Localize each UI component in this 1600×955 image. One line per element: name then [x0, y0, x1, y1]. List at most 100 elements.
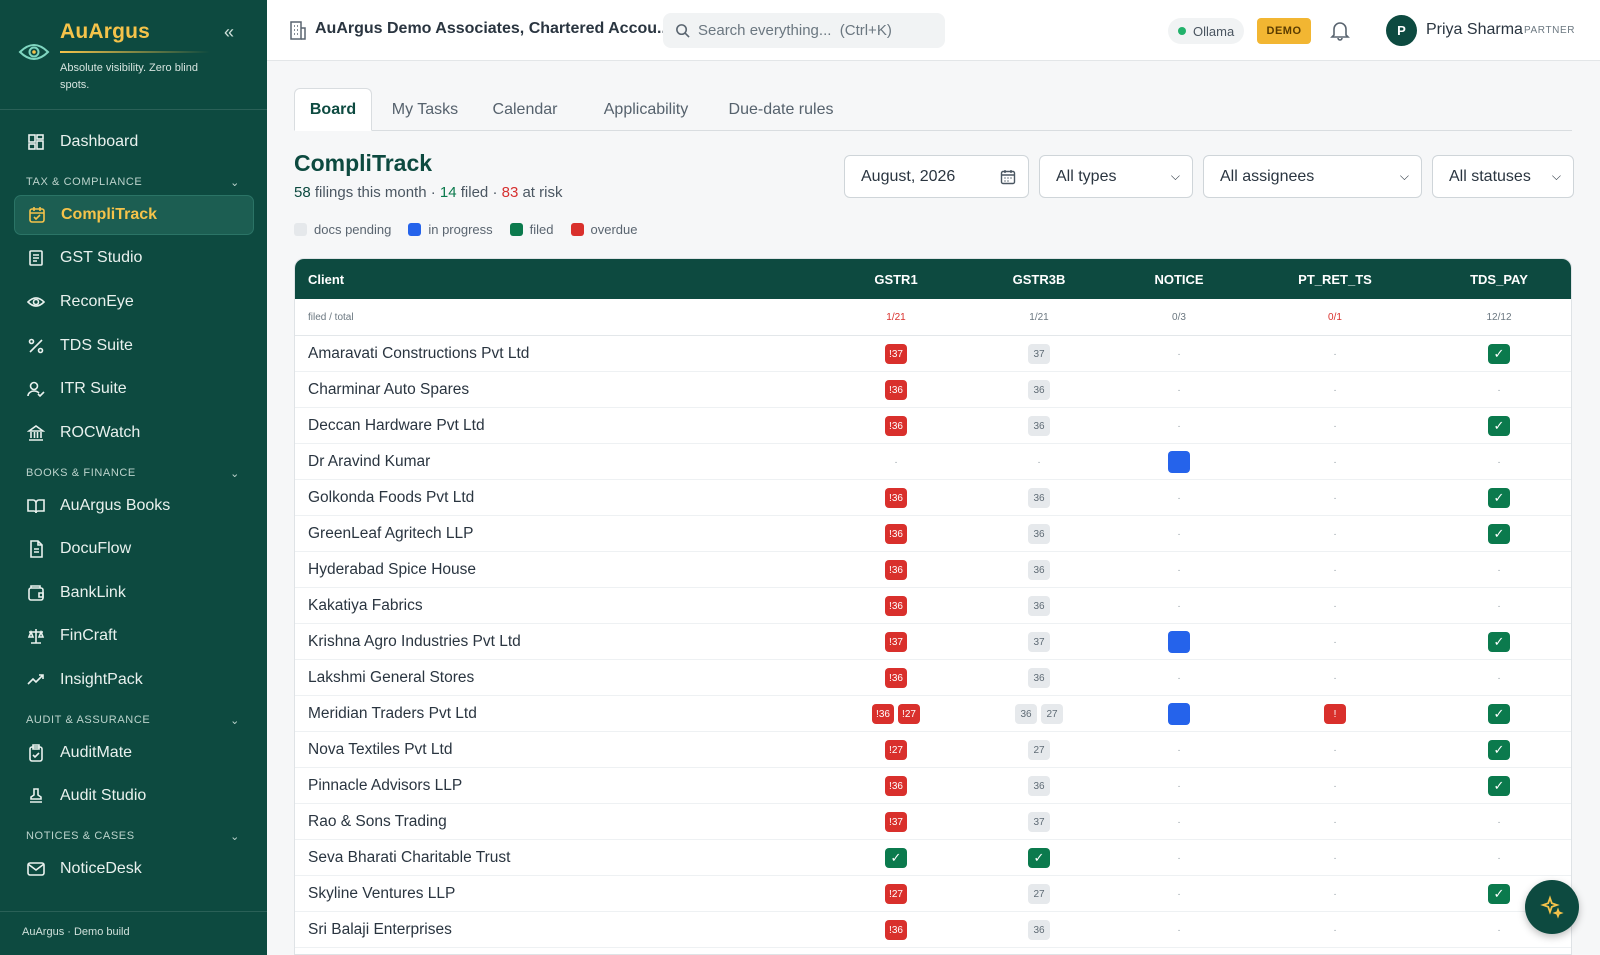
user-name[interactable]: Priya Sharma [1426, 21, 1523, 39]
table-row[interactable]: Amaravati Constructions Pvt Ltd !37 37 · · ✓ [295, 336, 1571, 372]
sidebar-item-rocwatch[interactable]: ROCWatch [14, 413, 254, 453]
table-row[interactable]: Seva Bharati Charitable Trust ✓ ✓ · · · [295, 840, 1571, 876]
table-row[interactable]: Deccan Hardware Pvt Ltd !36 36 · · ✓ [295, 408, 1571, 444]
pending-chip[interactable]: 36 [1028, 524, 1050, 544]
client-name[interactable]: Pinnacle Advisors LLP [308, 777, 462, 795]
table-row[interactable]: GreenLeaf Agritech LLP !36 36 · · ✓ [295, 516, 1571, 552]
pending-chip[interactable]: 37 [1028, 812, 1050, 832]
client-name[interactable]: Sri Balaji Enterprises [308, 921, 452, 939]
overdue-chip[interactable]: !36 [885, 380, 907, 400]
filed-check-chip[interactable]: ✓ [885, 848, 907, 868]
sidebar-item-reconeye[interactable]: ReconEye [14, 282, 254, 322]
pending-chip[interactable]: 36 [1028, 416, 1050, 436]
pending-chip[interactable]: 27 [1041, 704, 1063, 724]
sidebar-item-complitrack[interactable]: CompliTrack [14, 195, 254, 235]
pending-chip[interactable]: 36 [1028, 380, 1050, 400]
table-row[interactable]: Krishna Agro Industries Pvt Ltd !37 37 · ✓ [295, 624, 1571, 660]
table-row[interactable]: Kakatiya Fabrics !36 36 · · · [295, 588, 1571, 624]
table-row[interactable]: Lakshmi General Stores !36 36 · · · [295, 660, 1571, 696]
table-row[interactable]: Sri Balaji Enterprises !36 36 · · · [295, 912, 1571, 948]
client-name[interactable]: Rao & Sons Trading [308, 813, 447, 831]
search-box[interactable] [663, 13, 945, 48]
sidebar-item-gst-studio[interactable]: GST Studio [14, 238, 254, 278]
filed-check-chip[interactable]: ✓ [1488, 704, 1510, 724]
client-name[interactable]: Lakshmi General Stores [308, 669, 474, 687]
column-header-tds-pay[interactable]: TDS_PAY [1470, 272, 1528, 287]
column-header-client[interactable]: Client [308, 272, 344, 287]
client-name[interactable]: Charminar Auto Spares [308, 381, 469, 399]
client-name[interactable]: Golkonda Foods Pvt Ltd [308, 489, 474, 507]
table-row[interactable]: Dr Aravind Kumar · · · · [295, 444, 1571, 480]
overdue-chip[interactable]: !36 [885, 560, 907, 580]
overdue-chip[interactable]: !36 [885, 776, 907, 796]
client-name[interactable]: Meridian Traders Pvt Ltd [308, 705, 477, 723]
column-header-gstr3b[interactable]: GSTR3B [1013, 272, 1066, 287]
section-books-finance[interactable]: BOOKS & FINANCE ⌄ [26, 467, 240, 480]
client-name[interactable]: Seva Bharati Charitable Trust [308, 849, 510, 867]
sidebar-item-auargus-books[interactable]: AuArgus Books [14, 486, 254, 526]
overdue-chip[interactable]: !37 [885, 344, 907, 364]
assignee-select[interactable]: All assignees ⌵ [1203, 155, 1422, 198]
tab-my-tasks[interactable]: My Tasks [380, 88, 470, 131]
sidebar-item-auditmate[interactable]: AuditMate [14, 733, 254, 773]
pending-chip[interactable]: 36 [1028, 920, 1050, 940]
overdue-chip[interactable]: !37 [885, 812, 907, 832]
filed-check-chip[interactable]: ✓ [1488, 416, 1510, 436]
sidebar-item-audit-studio[interactable]: Audit Studio [14, 776, 254, 816]
table-row[interactable]: Hyderabad Spice House !36 36 · · · [295, 552, 1571, 588]
overdue-chip[interactable]: ! [1324, 704, 1346, 724]
table-row[interactable]: Nova Textiles Pvt Ltd !27 27 · · ✓ [295, 732, 1571, 768]
status-select[interactable]: All statuses ⌵ [1432, 155, 1574, 198]
in-progress-chip[interactable] [1168, 631, 1190, 653]
overdue-chip[interactable]: !36 [885, 596, 907, 616]
in-progress-chip[interactable] [1168, 451, 1190, 473]
pending-chip[interactable]: 36 [1015, 704, 1037, 724]
overdue-chip[interactable]: !36 [885, 920, 907, 940]
client-name[interactable]: Krishna Agro Industries Pvt Ltd [308, 633, 521, 651]
search-input[interactable] [698, 22, 928, 39]
overdue-chip[interactable]: !36 [885, 488, 907, 508]
pending-chip[interactable]: 27 [1028, 884, 1050, 904]
tab-calendar[interactable]: Calendar [480, 88, 570, 131]
client-name[interactable]: Skyline Ventures LLP [308, 885, 455, 903]
pending-chip[interactable]: 36 [1028, 776, 1050, 796]
client-name[interactable]: GreenLeaf Agritech LLP [308, 525, 473, 543]
column-header-pt-ret-ts[interactable]: PT_RET_TS [1298, 272, 1372, 287]
column-header-gstr1[interactable]: GSTR1 [874, 272, 917, 287]
sidebar-item-insightpack[interactable]: InsightPack [14, 660, 254, 700]
overdue-chip[interactable]: !37 [885, 632, 907, 652]
tab-board[interactable]: Board [294, 88, 372, 131]
sidebar-item-itr-suite[interactable]: ITR Suite [14, 369, 254, 409]
filed-check-chip[interactable]: ✓ [1488, 776, 1510, 796]
filed-check-chip[interactable]: ✓ [1488, 632, 1510, 652]
pending-chip[interactable]: 37 [1028, 632, 1050, 652]
sidebar-item-docuflow[interactable]: DocuFlow [14, 529, 254, 569]
section-audit-assurance[interactable]: AUDIT & ASSURANCE ⌄ [26, 714, 240, 727]
organization-name[interactable]: AuArgus Demo Associates, Chartered Accou… [315, 20, 670, 38]
sidebar-item-tds-suite[interactable]: TDS Suite [14, 326, 254, 366]
overdue-chip[interactable]: !36 [885, 416, 907, 436]
month-picker[interactable]: August, 2026 [844, 155, 1029, 198]
overdue-chip[interactable]: !27 [885, 740, 907, 760]
type-select[interactable]: All types ⌵ [1039, 155, 1193, 198]
ai-assistant-button[interactable] [1525, 880, 1579, 934]
section-notices-cases[interactable]: NOTICES & CASES ⌄ [26, 830, 240, 843]
pending-chip[interactable]: 36 [1028, 596, 1050, 616]
tab-applicability[interactable]: Applicability [584, 88, 708, 131]
section-tax-compliance[interactable]: TAX & COMPLIANCE ⌄ [26, 176, 240, 189]
pending-chip[interactable]: 36 [1028, 488, 1050, 508]
table-row[interactable]: Pinnacle Advisors LLP !36 36 · · ✓ [295, 768, 1571, 804]
filed-check-chip[interactable]: ✓ [1488, 740, 1510, 760]
sidebar-item-dashboard[interactable]: Dashboard [14, 122, 254, 162]
collapse-sidebar-icon[interactable]: « [224, 22, 234, 43]
overdue-chip[interactable]: !36 [872, 704, 894, 724]
client-name[interactable]: Nova Textiles Pvt Ltd [308, 741, 452, 759]
sidebar-item-banklink[interactable]: BankLink [14, 573, 254, 613]
client-name[interactable]: Kakatiya Fabrics [308, 597, 423, 615]
client-name[interactable]: Deccan Hardware Pvt Ltd [308, 417, 485, 435]
overdue-chip[interactable]: !27 [898, 704, 920, 724]
avatar[interactable]: P [1386, 15, 1417, 46]
sidebar-item-fincraft[interactable]: FinCraft [14, 616, 254, 656]
overdue-chip[interactable]: !36 [885, 668, 907, 688]
pending-chip[interactable]: 36 [1028, 560, 1050, 580]
